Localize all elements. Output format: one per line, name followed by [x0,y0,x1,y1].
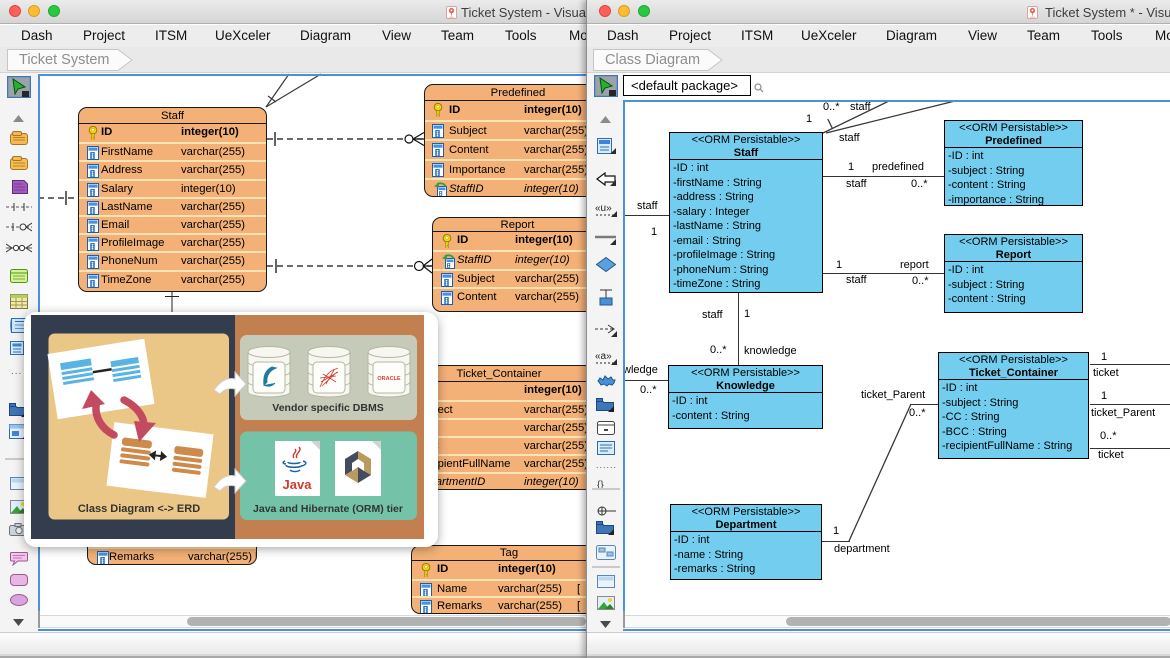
svg-text:Java: Java [283,477,313,492]
svg-text:«u»: «u» [595,203,612,214]
svg-text:ORACLE: ORACLE [377,376,401,382]
svg-text:Vendor specific DBMS: Vendor specific DBMS [272,402,383,414]
svg-text:Java and Hibernate (ORM) tier: Java and Hibernate (ORM) tier [253,503,403,515]
svg-text:«a»: «a» [595,351,612,362]
svg-text:Class Diagram <-> ERD: Class Diagram <-> ERD [78,503,200,515]
